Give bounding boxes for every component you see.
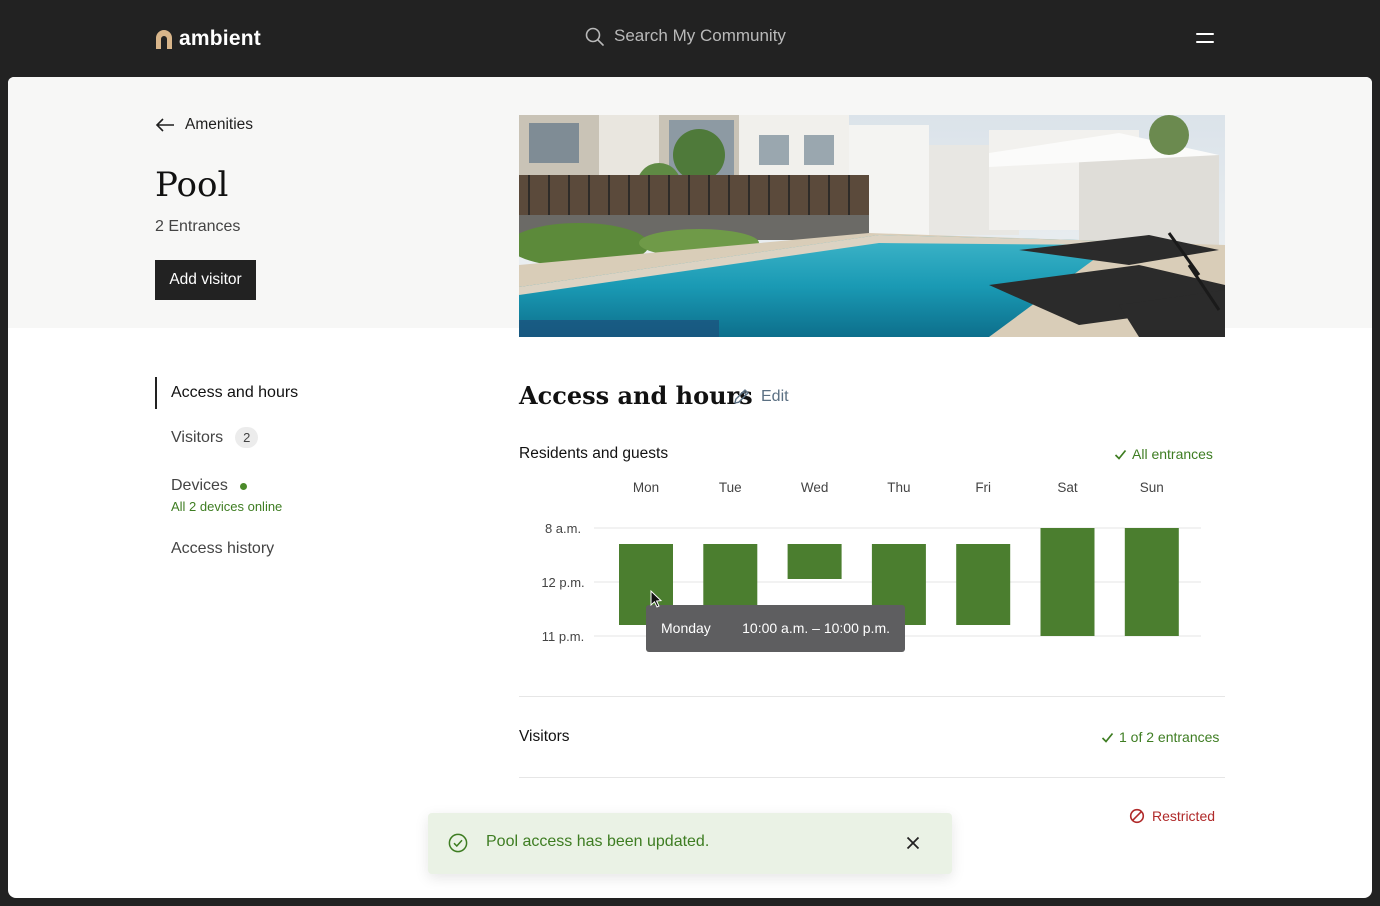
online-status-dot bbox=[239, 482, 247, 490]
back-link[interactable]: Amenities bbox=[155, 116, 253, 134]
search-input[interactable]: Search My Community bbox=[614, 26, 786, 46]
restricted-label: Restricted bbox=[1152, 808, 1216, 824]
hours-bar-wed[interactable] bbox=[787, 544, 842, 579]
menu-icon[interactable] bbox=[1195, 30, 1217, 46]
check-icon bbox=[1114, 449, 1127, 460]
restricted-icon bbox=[1129, 808, 1145, 824]
back-label: Amenities bbox=[185, 116, 254, 133]
y-tick-label: 12 p.m. bbox=[541, 575, 584, 590]
day-label: Fri bbox=[975, 480, 991, 495]
nav-visitors[interactable]: Visitors 2 bbox=[155, 427, 259, 448]
residents-guests-heading: Residents and guests bbox=[519, 445, 669, 462]
devices-status: All 2 devices online bbox=[171, 499, 283, 514]
nav-devices[interactable]: Devices All 2 devices online bbox=[155, 477, 282, 514]
arrow-left-icon bbox=[155, 118, 174, 132]
visitors-entrance-status: 1 of 2 entrances bbox=[1101, 729, 1219, 745]
edit-button[interactable]: Edit bbox=[732, 387, 789, 406]
day-label: Tue bbox=[719, 480, 742, 495]
divider bbox=[519, 777, 1225, 778]
hours-bar-tue[interactable] bbox=[703, 544, 758, 607]
y-tick-label: 8 a.m. bbox=[545, 521, 581, 536]
success-toast: Pool access has been updated. bbox=[428, 813, 952, 874]
pool-image bbox=[519, 115, 1225, 337]
y-tick-label: 11 p.m. bbox=[542, 629, 584, 644]
hours-chart: 8 a.m. 12 p.m. 11 p.m. Mon Tue Wed Thu Fri Sat Su… bbox=[541, 480, 1201, 652]
add-visitor-button[interactable]: Add visitor bbox=[155, 260, 256, 300]
residents-entrance-label: All entrances bbox=[1132, 446, 1213, 462]
day-label: Sun bbox=[1140, 480, 1164, 495]
tooltip-hours: 10:00 a.m. – 10:00 p.m. bbox=[742, 620, 890, 636]
visitors-heading: Visitors bbox=[519, 728, 570, 745]
brand-name: ambient bbox=[179, 27, 261, 50]
entrance-count: 2 Entrances bbox=[155, 218, 241, 235]
check-icon bbox=[1101, 732, 1114, 743]
residents-entrance-status: All entrances bbox=[1114, 446, 1213, 462]
divider bbox=[519, 696, 1225, 697]
hours-bar-fri[interactable] bbox=[956, 544, 1011, 625]
ambient-logo-icon bbox=[156, 30, 172, 49]
toast-message: Pool access has been updated. bbox=[486, 833, 710, 850]
visitors-count-badge: 2 bbox=[235, 427, 259, 448]
nav-visitors-label: Visitors bbox=[171, 428, 224, 446]
pool-photo bbox=[519, 115, 1225, 337]
nav-access-hours[interactable]: Access and hours bbox=[155, 377, 298, 409]
restricted-status: Restricted bbox=[1129, 808, 1215, 824]
edit-label: Edit bbox=[761, 387, 789, 405]
day-label: Sat bbox=[1057, 480, 1078, 495]
logo[interactable]: ambient bbox=[155, 27, 261, 51]
hours-bar-sat[interactable] bbox=[1040, 528, 1095, 636]
page-title: Pool bbox=[155, 165, 229, 205]
day-label: Thu bbox=[887, 480, 910, 495]
section-title: Access and hours bbox=[519, 381, 753, 410]
day-label: Mon bbox=[633, 480, 659, 495]
visitors-entrance-label: 1 of 2 entrances bbox=[1119, 729, 1220, 745]
nav-access-history-label: Access history bbox=[171, 540, 275, 557]
top-bar: ambient Search My Community bbox=[0, 0, 1380, 77]
nav-devices-label: Devices bbox=[171, 477, 228, 494]
nav-access-history[interactable]: Access history bbox=[155, 540, 274, 558]
day-label: Wed bbox=[801, 480, 829, 495]
close-icon[interactable] bbox=[904, 834, 922, 852]
check-circle-icon bbox=[448, 833, 468, 853]
nav-access-hours-label: Access and hours bbox=[171, 384, 299, 401]
search-icon bbox=[585, 27, 604, 46]
tooltip-day: Monday bbox=[661, 620, 711, 636]
hours-bar-sun[interactable] bbox=[1124, 528, 1179, 636]
search-bar[interactable]: Search My Community bbox=[585, 26, 786, 46]
main-content: Amenities Pool 2 Entrances Add visitor A… bbox=[8, 77, 1372, 898]
pencil-icon bbox=[734, 389, 749, 404]
